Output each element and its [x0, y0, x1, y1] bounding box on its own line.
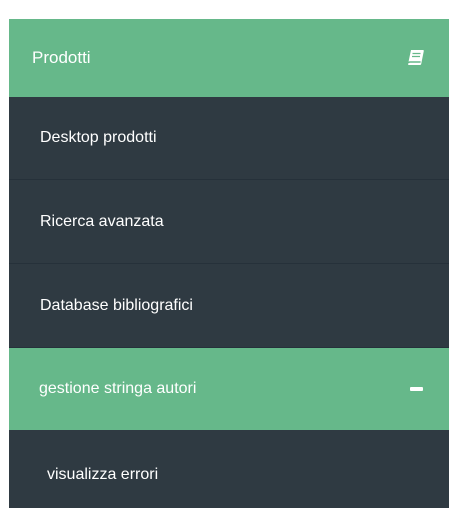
menu-item-gestione-stringa-autori[interactable]: gestione stringa autori [9, 348, 449, 430]
menu-item-label: Ricerca avanzata [40, 212, 164, 230]
sidebar-menu: Prodotti Desktop prodotti Ricerca avanza… [9, 19, 449, 508]
menu-header-prodotti[interactable]: Prodotti [9, 19, 449, 97]
menu-header-title: Prodotti [32, 48, 91, 67]
minus-icon[interactable] [410, 387, 423, 391]
menu-item-ricerca-avanzata[interactable]: Ricerca avanzata [9, 180, 449, 264]
menu-item-label: gestione stringa autori [39, 380, 197, 397]
menu-item-label: Database bibliografici [40, 296, 193, 314]
submenu-item-visualizza-errori[interactable]: visualizza errori [9, 430, 449, 508]
menu-item-desktop-prodotti[interactable]: Desktop prodotti [9, 97, 449, 180]
menu-item-database-bibliografici[interactable]: Database bibliografici [9, 264, 449, 348]
submenu-item-label: visualizza errori [47, 466, 159, 483]
menu-item-label: Desktop prodotti [40, 129, 157, 146]
book-icon [405, 47, 427, 69]
